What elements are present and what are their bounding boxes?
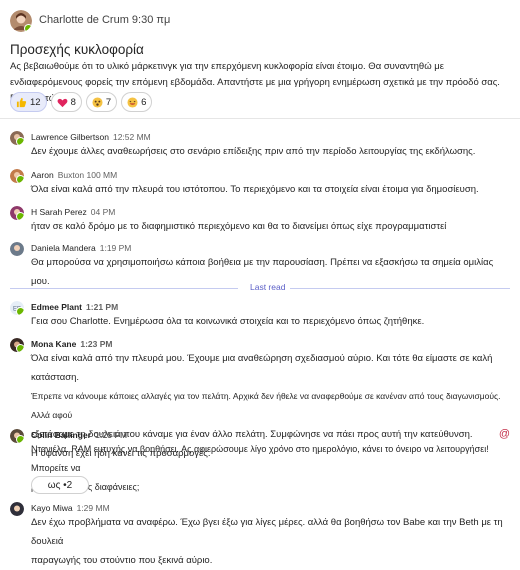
reaction-count: 7 [105,96,112,108]
post-author: Charlotte de Crum 9:30 πμ [39,14,171,26]
presence-available-icon [16,175,24,183]
message-text: ήταν σε καλό δρόμο με το διαφημιστικό πε… [31,217,511,236]
author-name: Lawrence Gilbertson [31,132,109,142]
timestamp: 1:19 PM [99,243,132,253]
message-line: Δεν έχουμε άλλες αναθεωρήσεις στο σενάρι… [31,146,476,157]
laugh-face-icon [127,96,138,108]
avatar[interactable] [10,131,24,145]
presence-available-icon [24,24,32,32]
timestamp: 1:25 PM [94,430,128,440]
avatar[interactable] [10,10,32,32]
reactions-bar: 12 8 7 6 [10,92,153,112]
mention-icon: @ [498,428,510,440]
divider-line [10,288,238,289]
timestamp: 1:29 MM [76,503,110,513]
timestamp: 1:23 PM [80,339,113,349]
author-name: Edmee Plant [31,302,83,312]
timestamp: Buxton 100 MM [57,170,118,180]
author-name: Kayo Miwa [31,503,73,513]
avatar[interactable] [10,206,24,220]
message-header: Mona Kane 1:23 PM [31,339,112,349]
last-read-divider: Last read [10,282,510,294]
author-name: Colin Ballinger [31,430,91,440]
avatar[interactable] [10,429,24,443]
presence-available-icon [16,212,24,220]
message-header: Kayo Miwa 1:29 MM [31,503,110,513]
divider-line [290,288,510,289]
author-name: Aaron [31,170,54,180]
avatar[interactable] [10,338,24,352]
avatar[interactable] [10,242,24,256]
timestamp: 12:52 MM [112,132,151,142]
post-card: Charlotte de Crum 9:30 πμ Προσεχής κυκλο… [0,0,520,119]
reply-count-chip[interactable]: ως •2 [31,476,89,494]
message-line: παραγωγής του στούντιο που ξεκινά αύριο. [31,555,213,566]
message-line: Όλα είναι καλά από την πλευρά του ιστότο… [31,184,479,195]
presence-available-icon [16,137,24,145]
reaction-count: 6 [141,96,147,108]
author-name: Daniela Mandera [31,243,96,253]
reaction-laugh[interactable]: 6 [121,92,153,112]
avatar[interactable] [10,502,24,516]
timestamp: 1:21 PM [86,302,119,312]
presence-available-icon [16,307,24,315]
message-header: H Sarah Perez 04 PM [31,207,115,217]
message-line: Όλα είναι καλά από την πλευρά μου. Έχουμ… [31,353,493,383]
message-line: Γεια σου Charlotte. Ενημέρωσα όλα τα κοι… [31,316,425,327]
message-line: μου στείλετε τις διαφάνειες; [31,482,140,492]
last-read-label: Last read [250,282,286,292]
message-text: Δεν έχουμε άλλες αναθεωρήσεις στο σενάρι… [31,142,511,161]
message-text: Ντανιέλα. RAM ευτυχής να βοηθήσει. Ας αφ… [31,440,511,497]
author-name: H Sarah Perez [31,207,87,217]
post-title: Προσεχής κυκλοφορία [10,42,144,57]
reaction-heart[interactable]: 8 [50,92,82,112]
avatar[interactable]: EP [10,301,24,315]
message-text: Όλα είναι καλά από την πλευρά του ιστότο… [31,180,511,199]
author-name: Mona Kane [31,339,77,349]
message-header: Colin Ballinger 1:25 PM [31,430,127,440]
message-header: Lawrence Gilbertson 12:52 MM [31,132,151,142]
reaction-surprised[interactable]: 7 [85,92,118,112]
message-line: Δεν έχω προβλήματα να αναφέρω. Έχω βγει … [31,517,503,547]
thumbs-up-icon [16,97,27,107]
message-text: Γεια σου Charlotte. Ενημέρωσα όλα τα κοι… [31,312,511,331]
message-header: Aaron Buxton 100 MM [31,170,117,180]
presence-available-icon [16,435,24,443]
timestamp: 04 PM [90,207,116,217]
message-line: Ντανιέλα. RAM ευτυχής να βοηθήσει. Ας αφ… [31,444,489,473]
message-header: Daniela Mandera 1:19 PM [31,243,131,253]
heart-icon [57,98,67,107]
surprised-face-icon [92,96,103,108]
reaction-like[interactable]: 12 [10,92,47,112]
message-line: ήταν σε καλό δρόμο με το διαφημιστικό πε… [31,221,447,232]
message-text: Δεν έχω προβλήματα να αναφέρω. Έχω βγει … [31,513,511,570]
presence-available-icon [16,344,24,352]
reaction-count: 12 [30,96,41,108]
avatar[interactable] [10,169,24,183]
message-header: Edmee Plant 1:21 PM [31,302,118,312]
reaction-count: 8 [70,96,76,108]
message-line: Έπρεπε να κάνουμε κάποιες αλλαγές για το… [31,391,501,420]
